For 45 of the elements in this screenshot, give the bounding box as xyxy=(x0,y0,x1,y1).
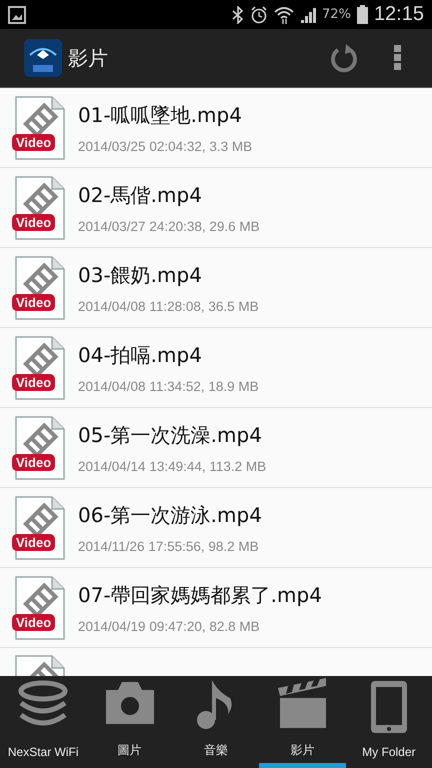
file-details: 2014/04/08 11:28:08, 36.5 MB xyxy=(78,298,259,314)
screen-title: 影片 xyxy=(68,44,108,72)
video-file-icon: Video xyxy=(12,334,68,400)
file-name: 06-第一次游泳.mp4 xyxy=(78,502,262,528)
file-name: 05-第一次洗澡.mp4 xyxy=(78,422,263,448)
file-name: 01-呱呱墜地.mp4 xyxy=(78,102,243,128)
refresh-icon xyxy=(329,43,359,73)
nav-tab[interactable]: 音樂 xyxy=(172,676,260,768)
wifi-icon xyxy=(274,6,294,24)
file-name: 07-帶回家媽媽都累了.mp4 xyxy=(78,582,322,608)
clock-time: 12:15 xyxy=(374,3,424,26)
nav-tab[interactable]: 圖片 xyxy=(86,676,173,768)
alarm-clock-icon xyxy=(250,6,268,24)
video-file-icon: Video xyxy=(12,174,68,240)
video-file-icon: Video xyxy=(12,574,68,640)
signal-icon xyxy=(300,6,316,22)
file-details: 2014/03/27 24:20:38, 29.6 MB xyxy=(78,218,260,234)
video-file-icon: Video xyxy=(12,254,68,320)
video-file-item[interactable]: Video 06-第一次游泳.mp4 2014/11/26 17:55:56, 98.2 MB xyxy=(0,488,432,568)
file-details: 2014/04/14 13:49:44, 113.2 MB xyxy=(78,458,266,474)
video-file-item[interactable]: Video 01-呱呱墜地.mp4 2014/03/25 02:04:32, 3.3 MB xyxy=(0,88,432,168)
file-details: 2014/04/19 09:47:20, 82.8 MB xyxy=(78,618,261,634)
nav-tab[interactable]: NexStar WiFi xyxy=(0,676,86,768)
file-name: 02-馬偕.mp4 xyxy=(78,182,203,208)
file-details: 2014/03/25 02:04:32, 3.3 MB xyxy=(78,138,252,154)
more-icon xyxy=(394,45,402,71)
bluetooth-icon xyxy=(232,6,244,24)
battery-icon xyxy=(356,5,368,24)
nav-tab[interactable]: 影片 xyxy=(259,676,346,768)
file-name: 03-餵奶.mp4 xyxy=(78,262,203,288)
nav-tab[interactable]: My Folder xyxy=(346,676,432,768)
video-file-item[interactable]: Video 07-帶回家媽媽都累了.mp4 2014/04/19 09:47:20, 82.8 MB xyxy=(0,568,432,648)
video-file-icon: Video xyxy=(12,94,68,160)
video-file-item[interactable]: Video 04-拍嗝.mp4 2014/04/08 11:34:52, 18.9 MB xyxy=(0,328,432,408)
video-file-item[interactable]: Video 05-第一次洗澡.mp4 2014/04/14 13:49:44, 113.2 MB xyxy=(0,408,432,488)
video-file-icon: Video xyxy=(12,494,68,560)
file-details: 2014/11/26 17:55:56, 98.2 MB xyxy=(78,538,260,554)
video-file-item[interactable]: Video 03-餵奶.mp4 2014/04/08 11:28:08, 36.5 MB xyxy=(0,248,432,328)
file-name: 04-拍嗝.mp4 xyxy=(78,342,203,368)
video-file-icon: Video xyxy=(12,414,68,480)
app-logo-icon[interactable] xyxy=(24,39,62,77)
video-file-item[interactable]: Video 02-馬偕.mp4 2014/03/27 24:20:38, 29.6 MB xyxy=(0,168,432,248)
image-icon xyxy=(8,6,26,24)
file-details: 2014/04/08 11:34:52, 18.9 MB xyxy=(78,378,259,394)
battery-percentage: 72% xyxy=(322,7,351,22)
